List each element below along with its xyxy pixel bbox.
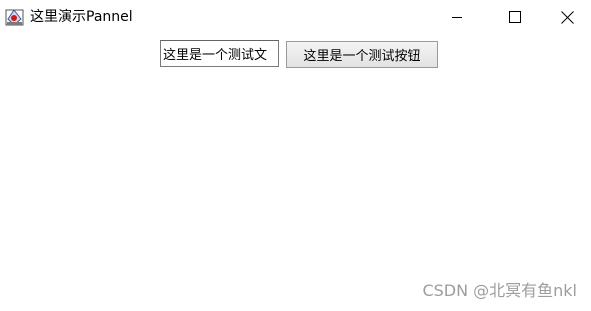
minimize-button[interactable] <box>428 0 486 34</box>
window-title: 这里演示Pannel <box>30 9 133 25</box>
minimize-icon <box>451 11 463 23</box>
title-bar[interactable]: 这里演示Pannel <box>0 0 591 34</box>
csdn-watermark: CSDN @北冥有鱼nkl <box>422 281 577 300</box>
close-button[interactable] <box>544 0 591 34</box>
test-button[interactable]: 这里是一个测试按钮 <box>286 41 438 68</box>
close-icon <box>561 10 574 24</box>
maximize-icon <box>509 11 521 23</box>
pannel-content: 这里是一个测试按钮 CSDN @北冥有鱼nkl <box>0 34 591 311</box>
app-window: 这里演示Pannel 这里是一个测试文 这里是一个测试按钮 CSDN @北冥有鱼… <box>0 0 591 311</box>
test-text-field[interactable] <box>160 40 279 67</box>
java-app-icon[interactable] <box>5 8 24 27</box>
maximize-button[interactable] <box>486 0 544 34</box>
